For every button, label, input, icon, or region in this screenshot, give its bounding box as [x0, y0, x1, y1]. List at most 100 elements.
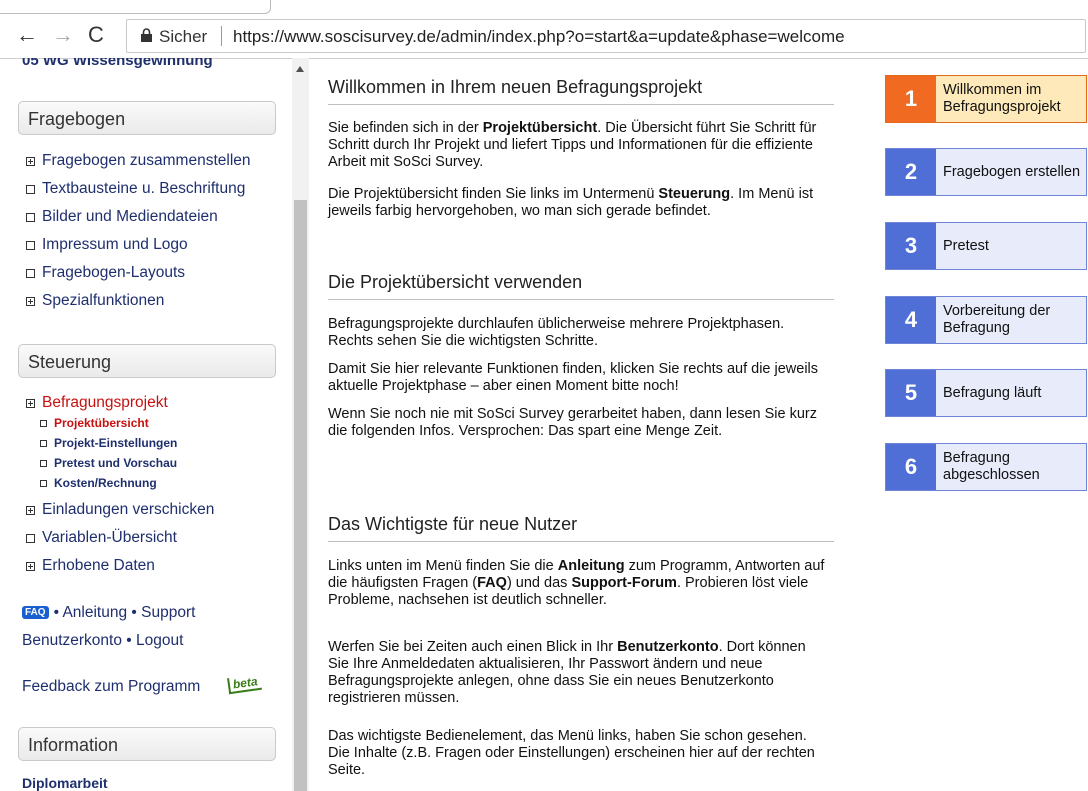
menu-item-label: Einladungen verschicken	[42, 501, 215, 518]
feedback-link[interactable]: Feedback zum Programm	[22, 678, 200, 696]
emphasis: FAQ	[477, 575, 507, 591]
phase-label: Befragung abgeschlossen	[943, 450, 1040, 483]
information-item-diplomarbeit[interactable]: Diplomarbeit	[22, 775, 108, 791]
menu-item-bilder[interactable]: Bilder und Mediendateien	[26, 208, 218, 226]
square-bullet-icon	[26, 184, 35, 194]
submenu-item-label: Kosten/Rechnung	[54, 476, 157, 490]
submenu-item-projekt-einstellungen[interactable]: Projekt-Einstellungen	[40, 436, 177, 450]
menu-item-label: Fragebogen-Layouts	[42, 264, 186, 281]
submenu-item-kosten-rechnung[interactable]: Kosten/Rechnung	[40, 476, 157, 490]
section-steuerung: Steuerung	[18, 344, 276, 378]
square-bullet-icon	[26, 268, 35, 278]
scroll-up-arrow-icon[interactable]	[296, 66, 304, 72]
paragraph-phases: Befragungsprojekte durchlaufen üblicherw…	[328, 316, 785, 349]
emphasis: Steuerung	[658, 186, 731, 202]
phase-number: 2	[886, 149, 936, 195]
menu-item-textbausteine[interactable]: Textbausteine u. Beschriftung	[26, 180, 245, 198]
square-bullet-icon	[40, 439, 47, 447]
expand-plus-icon	[26, 505, 35, 515]
beta-badge: beta	[227, 673, 262, 695]
separator: •	[131, 604, 137, 621]
paragraph-menu: Das wichtigste Bedienelement, das Menü l…	[328, 728, 815, 778]
section-fragebogen: Fragebogen	[18, 101, 276, 135]
square-bullet-icon	[26, 533, 35, 543]
phase-number: 1	[886, 76, 936, 122]
menu-item-layouts[interactable]: Fragebogen-Layouts	[26, 264, 185, 282]
phase-number: 5	[886, 370, 936, 416]
section-title: Steuerung	[28, 352, 112, 372]
expand-plus-icon	[26, 296, 35, 306]
project-title-cut[interactable]: 05 WG Wissensgewinnung	[22, 58, 213, 69]
square-bullet-icon	[40, 479, 47, 487]
menu-item-variablen[interactable]: Variablen-Übersicht	[26, 529, 177, 547]
paragraph-first-time: Wenn Sie noch nie mit SoSci Survey gerar…	[328, 406, 817, 439]
address-divider	[221, 26, 222, 46]
menu-item-label: Spezialfunktionen	[42, 292, 165, 309]
help-links: FAQ • Anleitung • Support	[22, 604, 195, 622]
phase-6-abgeschlossen[interactable]: 6 Befragung abgeschlossen	[885, 443, 1087, 491]
submenu-item-projektuebersicht[interactable]: Projektübersicht	[40, 416, 149, 430]
separator: •	[126, 632, 132, 649]
url-text[interactable]: https://www.soscisurvey.de/admin/index.p…	[233, 27, 845, 47]
phase-5-befragung-laeuft[interactable]: 5 Befragung läuft	[885, 369, 1087, 417]
tab-strip	[0, 0, 1088, 14]
paragraph-benutzerkonto: Werfen Sie bei Zeiten auch einen Blick i…	[328, 639, 828, 707]
menu-item-spezialfunktionen[interactable]: Spezialfunktionen	[26, 292, 164, 310]
reload-icon[interactable]: C	[88, 24, 104, 46]
text: Die Projektübersicht finden Sie links im…	[328, 186, 659, 202]
account-links: Benutzerkonto • Logout	[22, 632, 183, 650]
menu-item-impressum[interactable]: Impressum und Logo	[26, 236, 188, 254]
square-bullet-icon	[40, 419, 47, 427]
benutzerkonto-link[interactable]: Benutzerkonto	[22, 632, 122, 649]
submenu-item-pretest-vorschau[interactable]: Pretest und Vorschau	[40, 456, 177, 470]
lock-icon	[141, 28, 152, 42]
secure-label: Sicher	[159, 27, 208, 46]
left-sidebar: 05 WG Wissensgewinnung Fragebogen Frageb…	[0, 58, 292, 791]
phase-3-pretest[interactable]: 3 Pretest	[885, 222, 1087, 270]
phase-label: Vorbereitung der Befragung	[943, 303, 1051, 336]
square-bullet-icon	[26, 212, 35, 222]
emphasis: Anleitung	[557, 558, 625, 574]
menu-item-befragungsprojekt[interactable]: Befragungsprojekt	[26, 394, 168, 412]
phase-2-fragebogen[interactable]: 2 Fragebogen erstellen	[885, 148, 1087, 196]
square-bullet-icon	[40, 459, 47, 467]
heading-wichtigste: Das Wichtigste für neue Nutzer	[328, 514, 834, 542]
sidebar-scrollbar[interactable]	[292, 58, 309, 791]
text: Sie befinden sich in der	[328, 120, 483, 136]
active-tab[interactable]	[0, 0, 271, 14]
faq-badge[interactable]: FAQ	[22, 606, 49, 619]
emphasis: Support-Forum	[571, 575, 677, 591]
collapse-icon	[26, 398, 35, 408]
back-arrow-icon[interactable]: ←	[16, 24, 38, 46]
phase-label: Befragung läuft	[943, 384, 1042, 401]
submenu-item-label: Pretest und Vorschau	[54, 456, 178, 470]
phase-label: Willkommen im Befragungsprojekt	[943, 82, 1061, 115]
menu-item-label: Textbausteine u. Beschriftung	[42, 180, 246, 197]
logout-link[interactable]: Logout	[136, 632, 183, 649]
phase-4-vorbereitung[interactable]: 4 Vorbereitung der Befragung	[885, 296, 1087, 344]
section-title: Fragebogen	[28, 109, 126, 129]
menu-item-label: Befragungsprojekt	[42, 394, 168, 411]
scroll-thumb[interactable]	[294, 200, 307, 791]
section-title: Information	[28, 735, 119, 755]
menu-item-erhobene-daten[interactable]: Erhobene Daten	[26, 557, 155, 575]
menu-item-label: Variablen-Übersicht	[42, 529, 177, 546]
anleitung-link[interactable]: Anleitung	[62, 604, 127, 621]
browser-toolbar: ← → C Sicher https://www.soscisurvey.de/…	[0, 0, 1088, 59]
menu-item-fragebogen-zusammenstellen[interactable]: Fragebogen zusammenstellen	[26, 152, 251, 170]
heading-willkommen: Willkommen in Ihrem neuen Befragungsproj…	[328, 77, 834, 105]
menu-item-label: Bilder und Mediendateien	[42, 208, 218, 225]
phase-label: Pretest	[943, 237, 989, 254]
address-bar[interactable]: Sicher https://www.soscisurvey.de/admin/…	[126, 19, 1086, 53]
phase-1-welcome[interactable]: 1 Willkommen im Befragungsprojekt	[885, 75, 1087, 123]
main-content: Willkommen in Ihrem neuen Befragungsproj…	[328, 58, 838, 791]
menu-item-einladungen[interactable]: Einladungen verschicken	[26, 501, 214, 519]
phase-number: 4	[886, 297, 936, 343]
paragraph-relevant-functions: Damit Sie hier relevante Funktionen find…	[328, 361, 819, 394]
emphasis: Projektübersicht	[482, 120, 598, 136]
menu-item-label: Erhobene Daten	[42, 557, 155, 574]
paragraph-menu-hint: Die Projektübersicht finden Sie links im…	[328, 186, 828, 220]
forward-arrow-icon[interactable]: →	[52, 24, 74, 46]
support-link[interactable]: Support	[141, 604, 195, 621]
emphasis: Benutzerkonto	[617, 639, 719, 655]
